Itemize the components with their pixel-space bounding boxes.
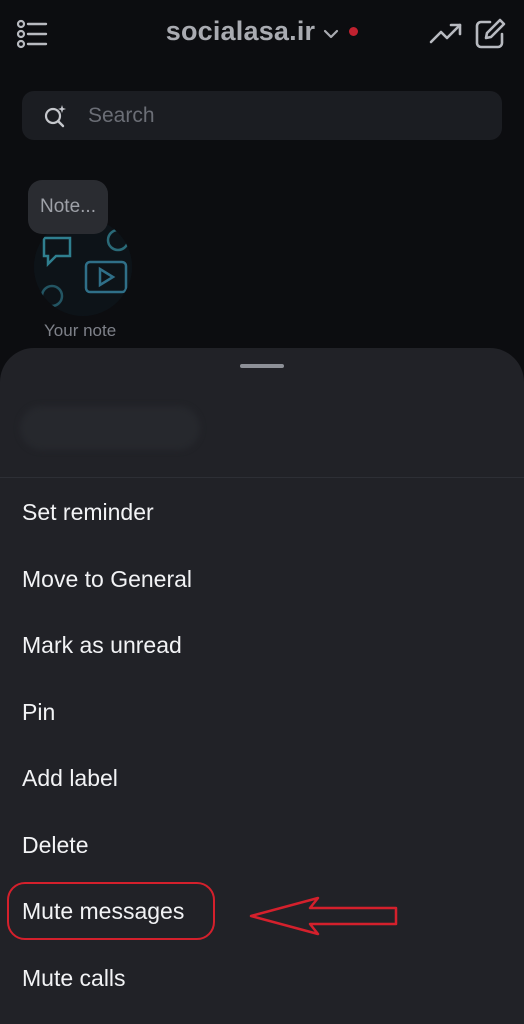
delete-option[interactable]: Delete <box>22 830 88 860</box>
notification-dot <box>349 27 359 36</box>
chevron-down-icon <box>324 29 339 38</box>
add-label-option[interactable]: Add label <box>22 763 118 793</box>
insights-button[interactable] <box>426 14 466 54</box>
move-to-general-option[interactable]: Move to General <box>22 564 192 594</box>
ai-search-icon <box>44 104 66 127</box>
top-bar: socialasa.ir <box>0 0 524 72</box>
compose-icon <box>475 18 506 49</box>
pin-option[interactable]: Pin <box>22 697 55 727</box>
divider <box>0 477 524 478</box>
trending-up-icon <box>429 23 462 44</box>
note-label: Your note <box>44 321 117 340</box>
screen: socialasa.ir Search Note... Your note Se… <box>0 0 524 1024</box>
mark-as-unread-option[interactable]: Mark as unread <box>22 630 182 660</box>
highlight-circle <box>7 882 215 940</box>
blurred-conversation-name <box>20 406 200 450</box>
note-bubble[interactable]: Note... <box>28 180 108 234</box>
set-reminder-option[interactable]: Set reminder <box>22 497 154 527</box>
your-note[interactable]: Note... Your note <box>28 178 148 348</box>
search-bar[interactable]: Search <box>22 91 502 140</box>
search-input[interactable]: Search <box>88 104 155 128</box>
compose-button[interactable] <box>470 14 510 54</box>
account-title: socialasa.ir <box>165 16 316 46</box>
highlight-arrow-icon <box>249 896 398 936</box>
drag-handle[interactable] <box>240 364 284 368</box>
mute-calls-option[interactable]: Mute calls <box>22 963 126 993</box>
